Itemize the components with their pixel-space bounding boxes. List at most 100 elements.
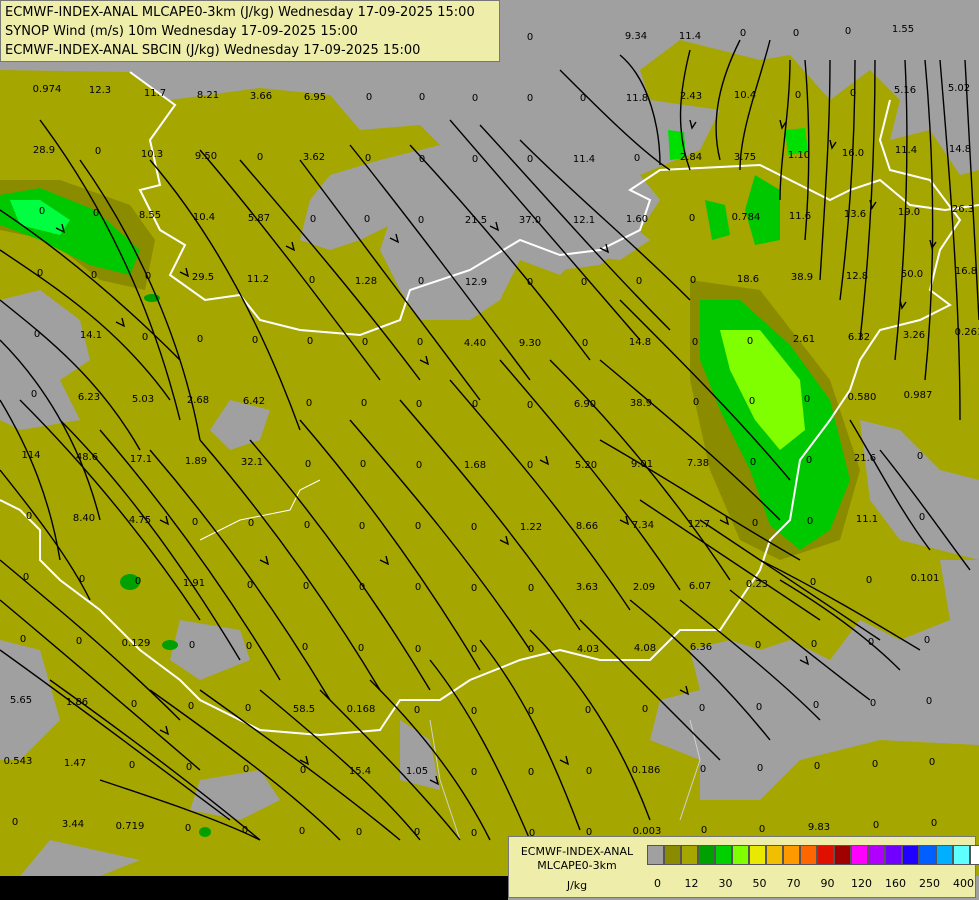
sbcin-value-label: 0 [130, 699, 138, 710]
sbcin-value-label: 3.62 [302, 152, 326, 163]
sbcin-value-label: 0 [418, 92, 426, 103]
sbcin-value-label: 0 [90, 270, 98, 281]
sbcin-value-label: 6.36 [689, 642, 713, 653]
sbcin-value-label: 12.3 [88, 85, 112, 96]
sbcin-value-label: 11.7 [143, 88, 167, 99]
sbcin-value-label: 19.0 [897, 207, 921, 218]
sbcin-value-label: 0 [526, 32, 534, 43]
sbcin-value-label: 0 [413, 827, 421, 838]
sbcin-value-label: 0 [844, 26, 852, 37]
sbcin-value-label: 14.1 [79, 330, 103, 341]
sbcin-value-label: 0 [526, 154, 534, 165]
sbcin-value-label: 11.2 [246, 274, 270, 285]
legend-swatch [919, 845, 936, 865]
legend-swatch [732, 845, 749, 865]
sbcin-value-label: 0 [470, 828, 478, 839]
legend-title-line1: ECMWF-INDEX-ANAL [520, 845, 634, 858]
legend-swatch [766, 845, 783, 865]
sbcin-value-label: 0 [739, 28, 747, 39]
sbcin-value-label: 0 [33, 329, 41, 340]
sbcin-value-label: 2.61 [792, 334, 816, 345]
sbcin-value-label: 11.1 [855, 514, 879, 525]
sbcin-value-label: 0 [526, 400, 534, 411]
sbcin-value-label: 0 [78, 574, 86, 585]
sbcin-value-label: 0 [792, 28, 800, 39]
sbcin-value-label: 0 [813, 761, 821, 772]
title-box: ECMWF-INDEX-ANAL MLCAPE0-3km (J/kg) Wedn… [0, 0, 500, 62]
sbcin-value-label: 0 [526, 460, 534, 471]
sbcin-value-label: 5.87 [247, 213, 271, 224]
sbcin-value-label: 0 [357, 643, 365, 654]
sbcin-value-label: 0 [359, 459, 367, 470]
sbcin-value-label: 0 [794, 90, 802, 101]
sbcin-value-label: 0 [244, 703, 252, 714]
sbcin-value-label: 0 [527, 706, 535, 717]
legend-swatch [970, 845, 979, 865]
sbcin-value-label: 0 [128, 760, 136, 771]
sbcin-value-label: 0 [251, 335, 259, 346]
sbcin-value-label: 0 [38, 206, 46, 217]
legend-title: ECMWF-INDEX-ANAL MLCAPE0-3km [509, 845, 645, 873]
sbcin-value-label: 6.32 [847, 332, 871, 343]
sbcin-value-label: 0 [527, 583, 535, 594]
sbcin-value-label: 11.4 [894, 145, 918, 156]
sbcin-value-label: 9.34 [624, 31, 648, 42]
color-legend: ECMWF-INDEX-ANAL MLCAPE0-3km J/kg 0 12 30 5… [508, 836, 979, 898]
sbcin-value-label: 0 [360, 398, 368, 409]
sbcin-value-label: 29.5 [191, 272, 215, 283]
sbcin-value-label: 11.4 [678, 31, 702, 42]
sbcin-value-label: 0 [806, 516, 814, 527]
sbcin-value-label: 0 [303, 520, 311, 531]
sbcin-value-label: 0 [470, 583, 478, 594]
sbcin-value-label: 10.4 [733, 90, 757, 101]
sbcin-value-label: 0.23 [745, 579, 769, 590]
sbcin-value-label: 0 [187, 701, 195, 712]
sbcin-value-label: 0.101 [910, 573, 940, 584]
sbcin-value-label: 0 [471, 93, 479, 104]
sbcin-value-label: 1.91 [182, 578, 206, 589]
sbcin-value-label: 5.65 [9, 695, 33, 706]
legend-tick-label: 250 [919, 877, 940, 890]
sbcin-value-label: 0 [581, 338, 589, 349]
sbcin-value-label: 0 [930, 818, 938, 829]
sbcin-value-label: 0 [25, 511, 33, 522]
sbcin-value-label: 0.580 [847, 392, 877, 403]
sbcin-value-label: 9.01 [630, 459, 654, 470]
sbcin-value-label: 0 [749, 457, 757, 468]
weather-map [0, 0, 979, 900]
sbcin-value-label: 8.55 [138, 210, 162, 221]
sbcin-value-label: 0 [691, 337, 699, 348]
sbcin-value-label: 37.0 [518, 215, 542, 226]
sbcin-value-label: 0 [585, 766, 593, 777]
sbcin-value-label: 38.9 [790, 272, 814, 283]
legend-swatch [885, 845, 902, 865]
sbcin-value-label: 114 [21, 450, 41, 461]
title-line-mlcape: ECMWF-INDEX-ANAL MLCAPE0-3km (J/kg) Wedn… [5, 5, 475, 20]
sbcin-value-label: 0 [11, 817, 19, 828]
sbcin-value-label: 16.0 [841, 148, 865, 159]
sbcin-value-label: 0 [184, 823, 192, 834]
sbcin-value-label: 0 [470, 767, 478, 778]
sbcin-value-label: 0.186 [631, 765, 661, 776]
sbcin-value-label: 0 [309, 214, 317, 225]
sbcin-value-label: 4.03 [576, 644, 600, 655]
sbcin-value-label: 0 [302, 581, 310, 592]
legend-swatch [868, 845, 885, 865]
sbcin-value-label: 1.86 [65, 697, 89, 708]
sbcin-value-label: 1.22 [519, 522, 543, 533]
sbcin-value-label: 4.08 [633, 643, 657, 654]
sbcin-value-label: 0 [805, 455, 813, 466]
sbcin-value-label: 0 [470, 644, 478, 655]
sbcin-value-label: 5.02 [947, 83, 971, 94]
sbcin-value-label: 12.1 [572, 215, 596, 226]
cape-spot-3 [199, 827, 211, 837]
sbcin-value-label: 6.95 [303, 92, 327, 103]
sbcin-value-label: 0 [925, 696, 933, 707]
sbcin-value-label: 0 [22, 572, 30, 583]
sbcin-value-label: 0 [245, 641, 253, 652]
sbcin-value-label: 0 [918, 512, 926, 523]
sbcin-value-label: 0 [134, 576, 142, 587]
sbcin-value-label: 0 [241, 825, 249, 836]
sbcin-value-label: 11.4 [572, 154, 596, 165]
sbcin-value-label: 0 [867, 637, 875, 648]
